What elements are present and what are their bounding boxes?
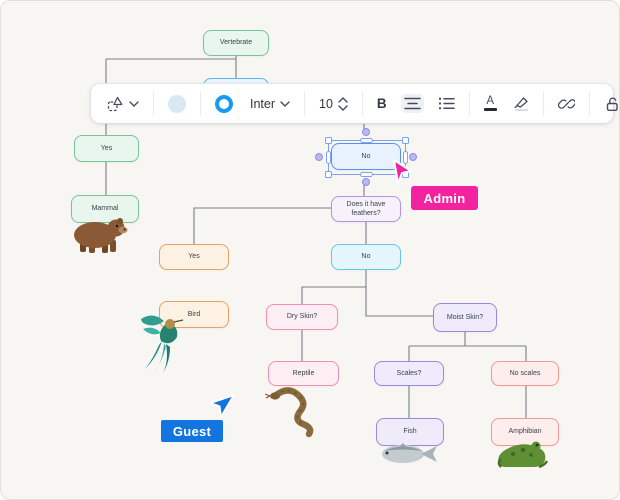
bold-icon: B xyxy=(376,96,387,111)
guest-cursor-icon xyxy=(209,394,235,418)
fill-color-button[interactable] xyxy=(165,92,189,116)
list-button[interactable] xyxy=(435,94,458,113)
font-size-value: 10 xyxy=(319,96,333,111)
chevron-down-icon xyxy=(280,100,290,107)
admin-cursor-icon xyxy=(393,159,412,184)
connector-dot-bottom[interactable] xyxy=(362,178,370,186)
text-color-button[interactable]: A xyxy=(481,93,500,114)
align-center-icon xyxy=(403,97,421,110)
frog-image[interactable] xyxy=(493,439,551,471)
connector-dot-left[interactable] xyxy=(315,153,323,161)
resize-handle-ne[interactable] xyxy=(402,137,409,144)
unlock-icon xyxy=(606,97,618,111)
stepper-chevrons-icon xyxy=(338,96,348,111)
toolbar-divider xyxy=(304,92,306,115)
shape-picker-button[interactable] xyxy=(103,92,142,116)
shape-picker-icon xyxy=(107,96,123,111)
flow-node-moist-skin[interactable]: Moist Skin? xyxy=(433,303,497,332)
resize-handle-sw[interactable] xyxy=(325,171,332,178)
bold-button[interactable]: B xyxy=(374,93,390,114)
flow-node-dry-skin[interactable]: Dry Skin? xyxy=(266,304,338,330)
toolbar-divider xyxy=(153,92,154,115)
flow-node-does-it-have-feathers[interactable]: Does it have feathers? xyxy=(331,196,401,222)
flow-node-yes-left[interactable]: Yes xyxy=(74,135,139,162)
fish-image[interactable] xyxy=(377,442,441,467)
stroke-color-button[interactable] xyxy=(212,92,236,116)
link-icon xyxy=(557,99,575,109)
fill-swatch-icon xyxy=(168,94,186,113)
stroke-swatch-icon xyxy=(215,94,233,113)
format-toolbar: Inter 10 B A xyxy=(91,84,618,123)
guest-cursor-label: Guest xyxy=(161,420,223,442)
toolbar-divider xyxy=(361,92,363,115)
highlighter-icon xyxy=(514,96,529,112)
list-icon xyxy=(438,97,455,110)
resize-handle-s[interactable] xyxy=(360,172,373,177)
chevron-down-icon xyxy=(129,100,139,107)
bird-image[interactable] xyxy=(137,311,191,379)
bear-image[interactable] xyxy=(67,214,131,256)
flow-node-scales[interactable]: Scales? xyxy=(374,361,444,386)
admin-cursor-label: Admin xyxy=(411,186,478,210)
toolbar-divider xyxy=(542,92,544,115)
align-center-button[interactable] xyxy=(400,94,424,113)
whiteboard-canvas[interactable]: Vertebrate Yes Mammal No Does it have fe… xyxy=(0,0,620,500)
flow-node-yes-orange[interactable]: Yes xyxy=(159,244,229,270)
font-family-select[interactable]: Inter xyxy=(247,94,293,114)
resize-handle-n[interactable] xyxy=(360,138,373,143)
lock-button[interactable] xyxy=(601,93,619,115)
toolbar-divider xyxy=(468,92,470,115)
text-color-icon: A xyxy=(483,96,497,111)
toolbar-divider xyxy=(588,92,590,115)
flow-node-reptile[interactable]: Reptile xyxy=(268,361,339,386)
toolbar-divider xyxy=(200,92,201,115)
connector-dot-top[interactable] xyxy=(362,128,370,136)
link-button[interactable] xyxy=(555,92,578,115)
flow-node-no-cyan[interactable]: No xyxy=(331,244,401,270)
font-size-stepper[interactable]: 10 xyxy=(316,94,351,114)
highlight-button[interactable] xyxy=(511,93,532,115)
font-family-value: Inter xyxy=(250,96,276,111)
resize-handle-w[interactable] xyxy=(326,151,331,164)
snake-image[interactable] xyxy=(265,384,335,438)
flow-node-vertebrate[interactable]: Vertebrate xyxy=(203,30,269,56)
resize-handle-nw[interactable] xyxy=(325,137,332,144)
flow-node-no-scales[interactable]: No scales xyxy=(491,361,559,386)
